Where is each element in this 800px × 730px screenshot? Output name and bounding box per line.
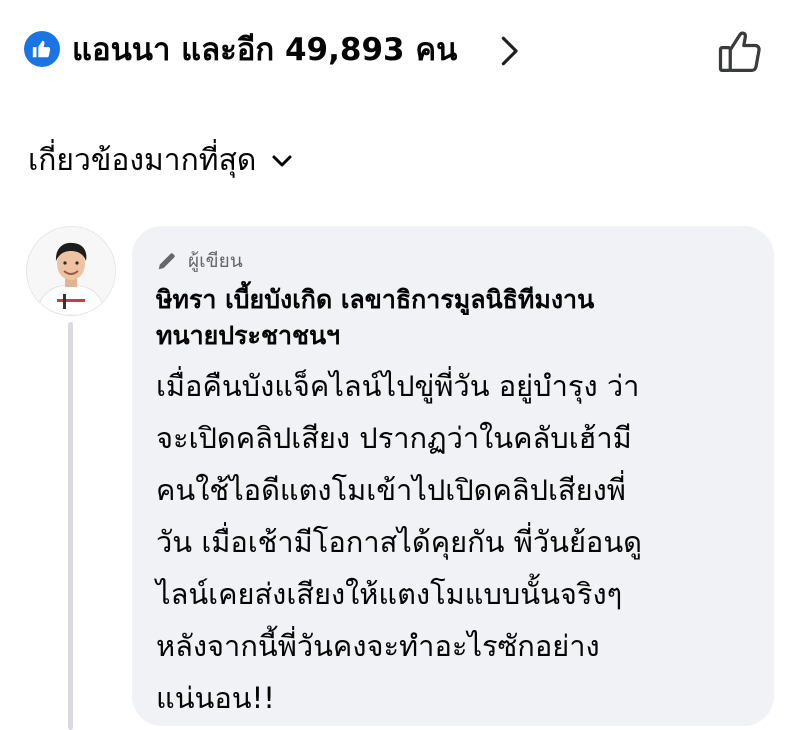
comment-text-line: จะเปิดคลิปเสียง ปรากฏว่าในคลับเฮ้ามี <box>156 421 632 455</box>
comment-author-name[interactable]: ษิทรา เบี้ยบังเกิด เลขาธิการมูลนิธิทีมงา… <box>156 282 756 354</box>
comment-text-line: วัน เมื่อเช้ามีโอกาสได้คุยกัน พี่วันย้อน… <box>156 525 643 559</box>
like-icon <box>24 31 60 67</box>
reactions-summary[interactable]: แอนนา และอีก 49,893 คน <box>72 28 457 72</box>
pencil-icon <box>158 253 175 270</box>
comment-text-line: ไลน์เคยส่งเสียงให้แตงโมแบบนั้นจริงๆ <box>156 577 623 611</box>
chevron-down-icon <box>272 155 292 167</box>
comment-bubble[interactable]: ผู้เขียน ษิทรา เบี้ยบังเกิด เลขาธิการมูล… <box>132 226 774 726</box>
author-badge-label: ผู้เขียน <box>188 250 243 272</box>
comment-text-line: คนใช้ไอดีแตงโมเข้าไปเปิดคลิปเสียงพี่ <box>156 473 626 507</box>
avatar-photo <box>27 227 115 315</box>
reactions-bar[interactable]: แอนนา และอีก 49,893 คน <box>0 0 800 105</box>
comment-text-line: เมื่อคืนบังแจ็คไลน์ไปขู่พี่วัน อยู่บำรุง… <box>156 369 640 403</box>
author-name-line: ทนายประชาชนฯ <box>156 321 341 350</box>
comment-text: เมื่อคืนบังแจ็คไลน์ไปขู่พี่วัน อยู่บำรุง… <box>156 360 756 724</box>
sort-label: เกี่ยวข้องมากที่สุด <box>28 143 257 178</box>
thumbs-up-outline-icon[interactable] <box>714 26 766 78</box>
reply-thread-line <box>68 322 73 730</box>
author-name-line: ษิทรา เบี้ยบังเกิด เลขาธิการมูลนิธิทีมงา… <box>156 285 595 314</box>
avatar[interactable] <box>26 226 116 316</box>
comment-sort-dropdown[interactable]: เกี่ยวข้องมากที่สุด <box>28 138 294 184</box>
comment-text-line: แน่นอน!! <box>156 681 275 715</box>
author-badge: ผู้เขียน <box>156 246 243 276</box>
chevron-right-icon[interactable] <box>492 34 526 68</box>
comment-text-line: หลังจากนี้พี่วันคงจะทำอะไรซักอย่าง <box>156 629 600 663</box>
